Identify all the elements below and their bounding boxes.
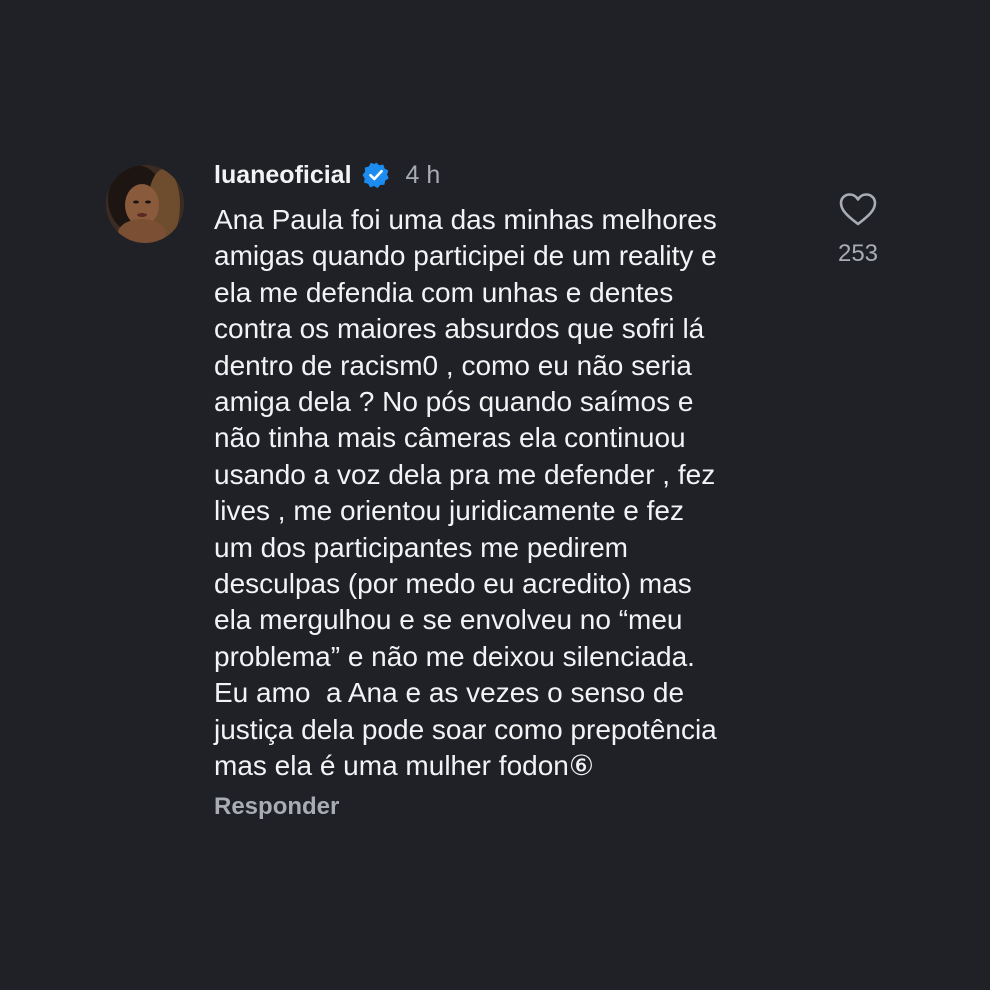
comment: luaneoficial 4 h Ana Paula foi uma das m… bbox=[0, 0, 990, 990]
comment-text-line: problema” e não me deixou silenciada. bbox=[214, 640, 695, 672]
comment-text-line: usando a voz dela pra me defender , fez bbox=[214, 458, 716, 490]
comment-timestamp: 4 h bbox=[405, 160, 441, 189]
comment-text-line: desculpas (por medo eu acredito) mas bbox=[214, 568, 692, 600]
comment-text-line: ela mergulhou e se envolveu no “meu bbox=[214, 604, 683, 636]
comment-text-line: mas ela é uma mulher fodon⑥ bbox=[214, 750, 594, 782]
comment-text: Ana Paula foi uma das minhas melhores am… bbox=[214, 202, 814, 785]
comment-text-line: amigas quando participei de um reality e bbox=[214, 240, 717, 272]
comment-text-line: um dos participantes me pedirem bbox=[214, 531, 628, 563]
like-count: 253 bbox=[837, 240, 879, 267]
comment-text-line: Eu amo a Ana e as vezes o senso de bbox=[214, 677, 685, 709]
comment-text-line: lives , me orientou juridicamente e fez bbox=[214, 495, 684, 527]
username[interactable]: luaneoficial bbox=[214, 161, 352, 190]
like-section: 253 bbox=[830, 190, 886, 268]
comment-text-line: ela me defendia com unhas e dentes bbox=[214, 276, 674, 308]
comment-text-line: justiça dela pode soar como prepotência bbox=[214, 713, 717, 745]
comment-text-line: não tinha mais câmeras ela continuou bbox=[214, 422, 686, 454]
avatar[interactable] bbox=[106, 165, 184, 243]
comment-header: luaneoficial 4 h bbox=[214, 158, 440, 192]
comment-text-line: dentro de racism0 , como eu não seria bbox=[214, 349, 692, 381]
comment-text-line: Ana Paula foi uma das minhas melhores bbox=[214, 204, 717, 235]
comment-text-line: contra os maiores absurdos que sofri lá bbox=[214, 313, 705, 345]
verified-badge-icon bbox=[362, 161, 390, 189]
avatar-image bbox=[106, 165, 184, 243]
heart-icon[interactable] bbox=[838, 190, 878, 230]
comment-text-line: amiga dela ? No pós quando saímos e bbox=[214, 386, 694, 418]
reply-button[interactable]: Responder bbox=[214, 793, 339, 821]
